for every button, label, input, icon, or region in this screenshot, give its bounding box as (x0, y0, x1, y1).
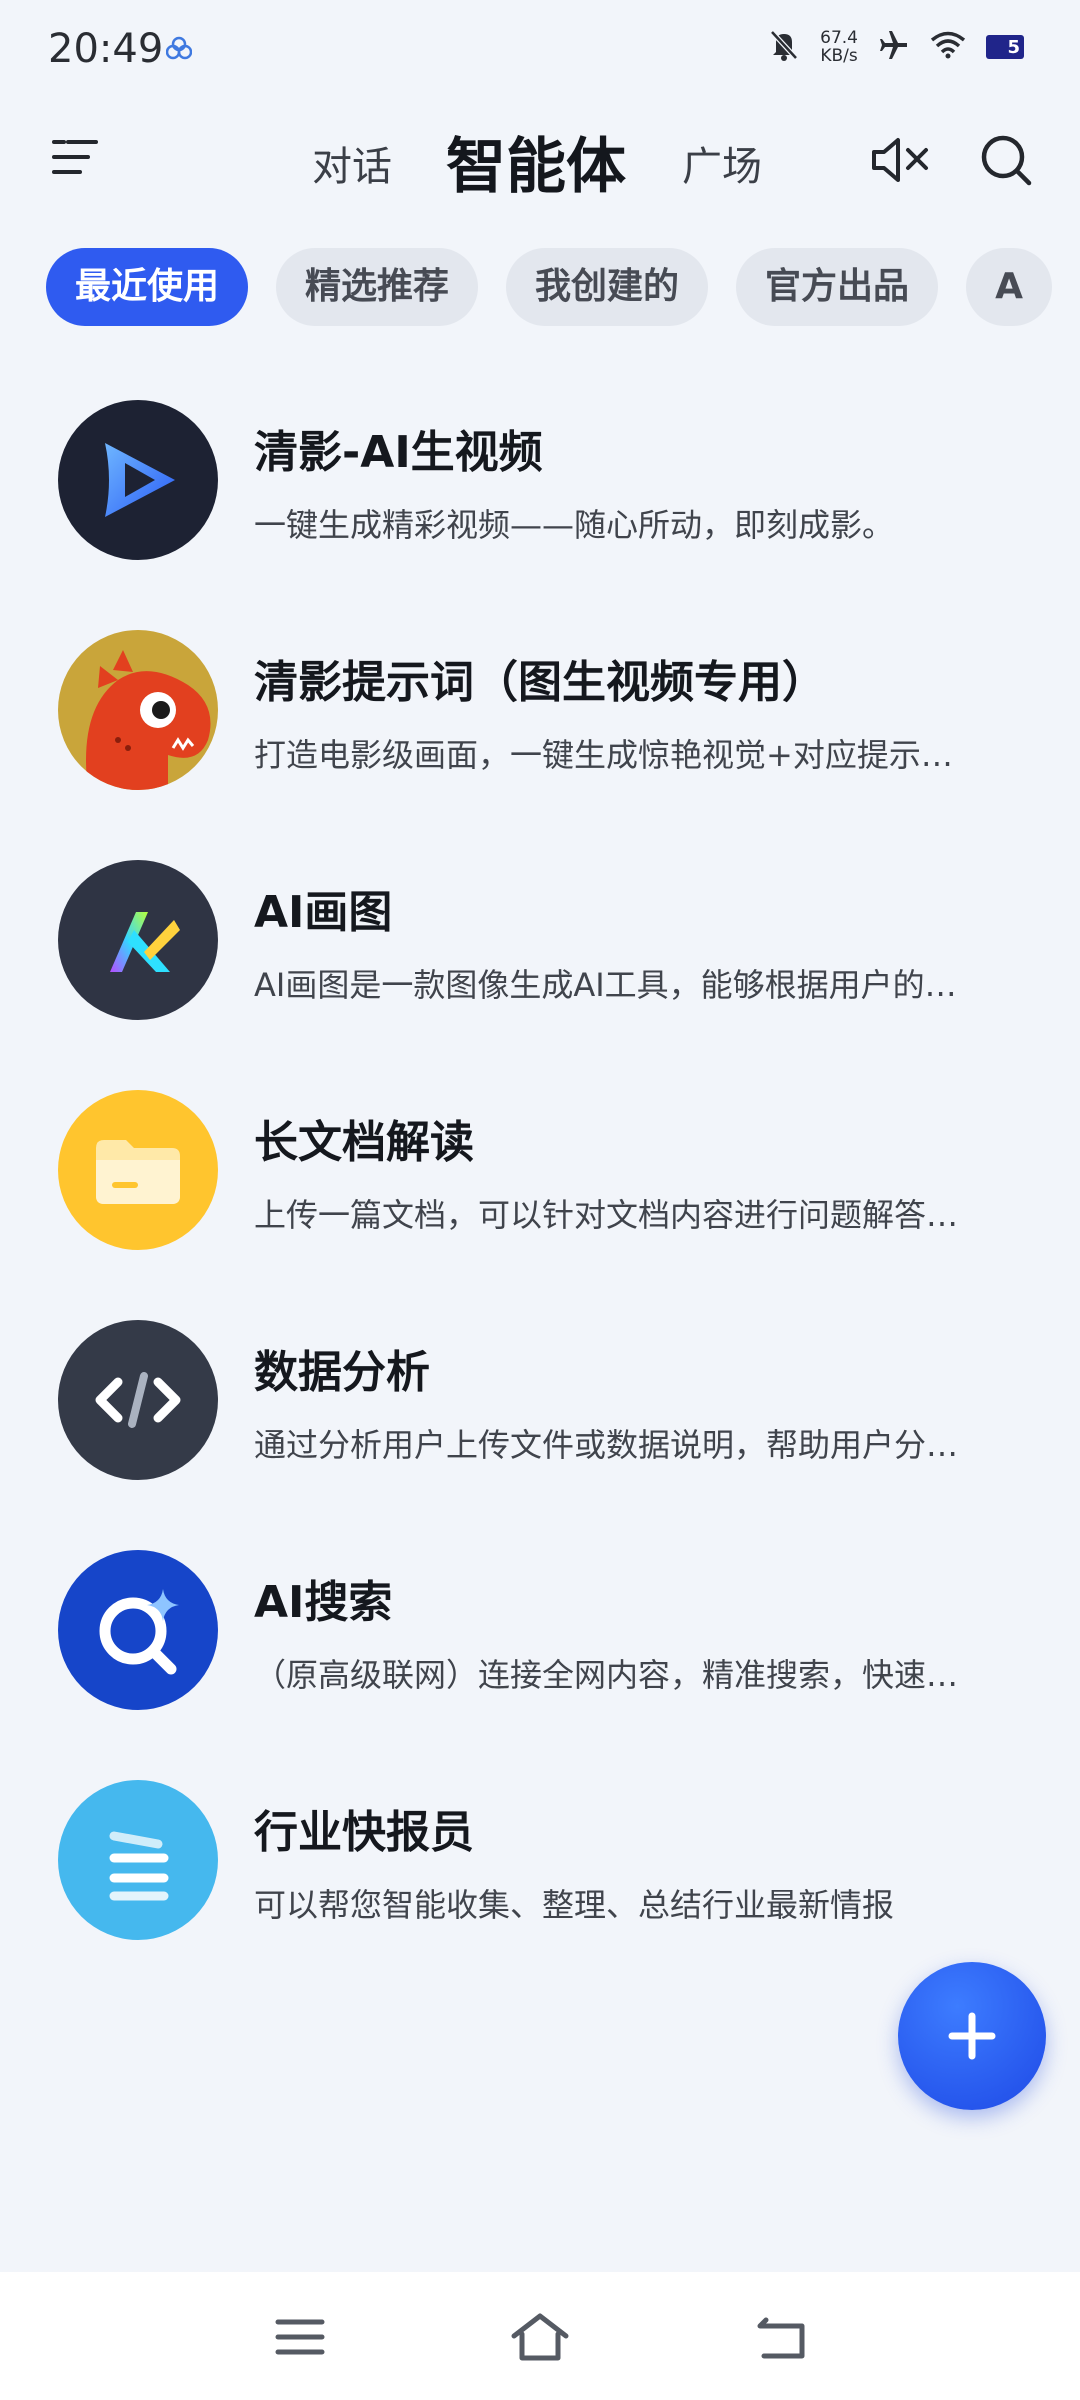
agent-description: AI画图是一款图像生成AI工具，能够根据用户的… (254, 966, 957, 1004)
filter-chips: 最近使用 精选推荐 我创建的 官方出品 A (46, 248, 1080, 328)
agent-title: 行业快报员 (254, 1807, 474, 1858)
home-icon[interactable] (510, 2310, 570, 2364)
tab-chat[interactable]: 对话 (312, 134, 392, 192)
system-nav-bar (0, 2272, 1080, 2400)
back-icon[interactable] (750, 2310, 810, 2364)
list-item[interactable]: AI搜索 （原高级联网）连接全网内容，精准搜索，快速… (0, 1550, 1080, 1750)
chip-more[interactable]: A (966, 248, 1052, 326)
app-notification-icon (165, 36, 193, 64)
sound-off-icon[interactable] (868, 132, 932, 188)
plus-icon (948, 2012, 996, 2060)
chip-created-by-me[interactable]: 我创建的 (506, 248, 709, 326)
list-item[interactable]: 清影提示词（图生视频专用） 打造电影级画面，一键生成惊艳视觉+对应提示… (0, 630, 1080, 830)
agent-description: 通过分析用户上传文件或数据说明，帮助用户分… (254, 1426, 959, 1464)
wifi-icon (930, 31, 966, 63)
list-item[interactable]: 数据分析 通过分析用户上传文件或数据说明，帮助用户分… (0, 1320, 1080, 1520)
top-bar: 对话 智能体 广场 (0, 110, 1080, 206)
list-item[interactable]: 行业快报员 可以帮您智能收集、整理、总结行业最新情报 (0, 1780, 1080, 1980)
agent-title: 长文档解读 (254, 1117, 474, 1168)
tab-plaza[interactable]: 广场 (682, 134, 762, 192)
menu-icon[interactable] (50, 132, 100, 182)
recent-apps-icon[interactable] (270, 2310, 330, 2364)
agent-description: 一键生成精彩视频——随心所动，即刻成影。 (254, 506, 895, 544)
code-icon (58, 1320, 218, 1480)
status-bar: 20:49 67.4 KB/s 5 (0, 0, 1080, 100)
agent-title: AI画图 (254, 887, 393, 938)
network-speed: 67.4 KB/s (820, 28, 858, 66)
list-item[interactable]: AI画图 AI画图是一款图像生成AI工具，能够根据用户的… (0, 860, 1080, 1060)
agent-description: 可以帮您智能收集、整理、总结行业最新情报 (254, 1886, 895, 1924)
agent-title: AI搜索 (254, 1577, 393, 1628)
status-time: 20:49 (48, 26, 164, 72)
add-agent-button[interactable] (898, 1962, 1046, 2110)
tab-agents[interactable]: 智能体 (446, 118, 626, 205)
play-video-icon (58, 400, 218, 560)
sparkle-search-icon (58, 1550, 218, 1710)
agent-title: 数据分析 (254, 1347, 430, 1398)
folder-icon (58, 1090, 218, 1250)
chip-recent[interactable]: 最近使用 (46, 248, 249, 326)
list-item[interactable]: 清影-AI生视频 一键生成精彩视频——随心所动，即刻成影。 (0, 400, 1080, 600)
agent-description: 上传一篇文档，可以针对文档内容进行问题解答… (254, 1196, 959, 1234)
mute-notification-icon (768, 28, 800, 66)
search-icon[interactable] (978, 132, 1034, 188)
agent-description: （原高级联网）连接全网内容，精准搜索，快速… (254, 1656, 959, 1694)
ai-draw-icon (58, 860, 218, 1020)
red-dinosaur-icon (58, 630, 218, 790)
lines-icon (58, 1780, 218, 1940)
list-item[interactable]: 长文档解读 上传一篇文档，可以针对文档内容进行问题解答… (0, 1090, 1080, 1290)
battery-indicator: 5 (986, 35, 1024, 59)
agent-title: 清影-AI生视频 (254, 427, 543, 478)
agent-description: 打造电影级画面，一键生成惊艳视觉+对应提示… (254, 736, 953, 774)
chip-featured[interactable]: 精选推荐 (276, 248, 479, 326)
airplane-icon (878, 29, 910, 65)
chip-official[interactable]: 官方出品 (736, 248, 939, 326)
agent-title: 清影提示词（图生视频专用） (254, 657, 826, 708)
